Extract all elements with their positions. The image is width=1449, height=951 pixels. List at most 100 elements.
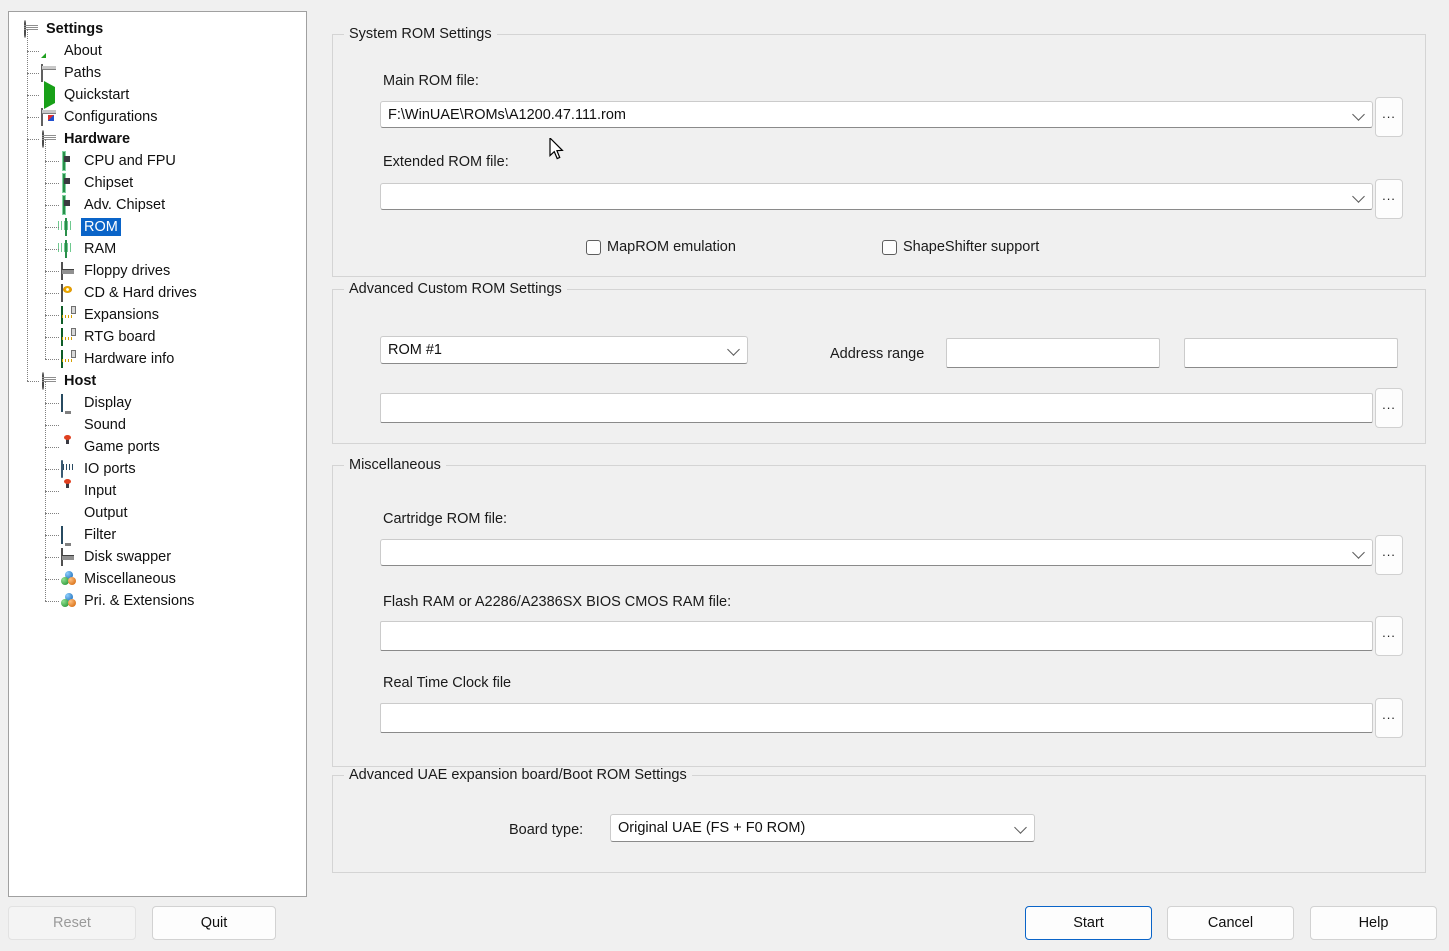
- tree-connector: [45, 535, 59, 537]
- sidebar-item-settings[interactable]: Settings: [9, 18, 306, 40]
- sidebar-item-label: Output: [84, 505, 128, 521]
- real-time-clock-file-input[interactable]: [380, 703, 1373, 733]
- extended-rom-file-combo[interactable]: [380, 183, 1373, 210]
- sidebar-item-host[interactable]: Host: [9, 370, 306, 392]
- chevron-down-icon: [1352, 545, 1365, 559]
- tree-connector: [45, 425, 59, 427]
- uae-expansion-board-title: Advanced UAE expansion board/Boot ROM Se…: [344, 767, 692, 783]
- tree-connector: [45, 359, 59, 361]
- sidebar-item-about[interactable]: About: [9, 40, 306, 62]
- address-range-end-input[interactable]: [1184, 338, 1398, 368]
- shapeshifter-support-label: ShapeShifter support: [903, 239, 1040, 255]
- tree-connector: [45, 271, 59, 273]
- expansion-card-icon: [61, 306, 77, 324]
- system-rom-settings-group: System ROM Settings Main ROM file: F:\Wi…: [332, 26, 1426, 277]
- sidebar-item-hardware[interactable]: Hardware: [9, 128, 306, 150]
- expansion-card-icon: [61, 350, 77, 368]
- ram-stick-icon: [61, 240, 77, 258]
- tree-connector: [45, 579, 59, 581]
- sidebar-item-label: IO ports: [84, 461, 136, 477]
- sidebar-item-label: Filter: [84, 527, 117, 543]
- quit-button[interactable]: Quit: [152, 906, 276, 940]
- custom-rom-browse-button[interactable]: ...: [1375, 388, 1403, 428]
- cancel-button[interactable]: Cancel: [1167, 906, 1294, 940]
- sidebar-item-label: Settings: [46, 21, 104, 37]
- real-time-clock-browse-button[interactable]: ...: [1375, 698, 1403, 738]
- sidebar-item-label: Input: [84, 483, 117, 499]
- sidebar-item-label: Adv. Chipset: [84, 197, 166, 213]
- flash-ram-file-label: Flash RAM or A2286/A2386SX BIOS CMOS RAM…: [383, 594, 732, 610]
- shapeshifter-support-checkbox-row[interactable]: ShapeShifter support: [882, 239, 1039, 255]
- cartridge-rom-file-combo[interactable]: [380, 539, 1373, 566]
- main-rom-browse-button[interactable]: ...: [1375, 97, 1403, 137]
- main-rom-file-label: Main ROM file:: [383, 73, 479, 89]
- maprom-emulation-checkbox[interactable]: [586, 239, 601, 255]
- sidebar-item-label: Expansions: [84, 307, 159, 323]
- monitor-icon: [61, 526, 77, 544]
- tree-connector: [45, 601, 59, 603]
- expansion-card-icon: [61, 328, 77, 346]
- ram-stick-icon: [61, 218, 77, 236]
- tree-connector: [45, 249, 59, 251]
- miscellaneous-group: Miscellaneous Cartridge ROM file: ... Fl…: [332, 457, 1426, 767]
- shapeshifter-support-checkbox[interactable]: [882, 239, 897, 255]
- custom-rom-path-input[interactable]: [380, 393, 1373, 423]
- maprom-emulation-checkbox-row[interactable]: MapROM emulation: [586, 239, 736, 255]
- sidebar-item-label: Display: [84, 395, 132, 411]
- chip-icon: [61, 174, 77, 192]
- start-button[interactable]: Start: [1025, 906, 1152, 940]
- main-rom-file-combo[interactable]: F:\WinUAE\ROMs\A1200.47.111.rom: [380, 101, 1373, 128]
- sidebar-item-label: Chipset: [84, 175, 134, 191]
- tree-connector: [45, 227, 59, 229]
- address-range-start-input[interactable]: [946, 338, 1160, 368]
- address-range-label: Address range: [830, 346, 925, 362]
- settings-tree-panel[interactable]: Settings About Paths Quickstart Configuratio…: [8, 11, 307, 897]
- monitor-icon: [61, 394, 77, 412]
- chevron-down-icon: [1352, 189, 1365, 203]
- flash-ram-browse-button[interactable]: ...: [1375, 616, 1403, 656]
- tree-connector: [45, 161, 59, 163]
- disk-stack-icon: [23, 20, 39, 38]
- maprom-emulation-label: MapROM emulation: [607, 239, 736, 255]
- spheres-icon: [61, 593, 77, 609]
- sidebar-item-label: Game ports: [84, 439, 160, 455]
- tree-connector: [45, 447, 59, 449]
- tree-connector: [45, 381, 47, 601]
- board-type-label: Board type:: [509, 822, 584, 838]
- cartridge-rom-browse-button[interactable]: ...: [1375, 535, 1403, 575]
- sidebar-item-label: RAM: [84, 241, 117, 257]
- sidebar-item-configurations[interactable]: Configurations: [9, 106, 306, 128]
- flash-ram-file-input[interactable]: [380, 621, 1373, 651]
- settings-content-pane: System ROM Settings Main ROM file: F:\Wi…: [318, 5, 1441, 897]
- tree-connector: [45, 491, 59, 493]
- sidebar-item-label: About: [64, 43, 102, 59]
- io-ports-icon: [61, 460, 77, 478]
- sidebar-item-label: Disk swapper: [84, 549, 172, 565]
- tree-connector: [45, 403, 59, 405]
- advanced-custom-rom-settings-group: Advanced Custom ROM Settings ROM #1 Addr…: [332, 281, 1426, 444]
- sidebar-item-label: Hardware: [64, 131, 131, 147]
- spheres-icon: [61, 571, 77, 587]
- sidebar-item-label: Host: [64, 373, 97, 389]
- tree-connector: [45, 205, 59, 207]
- custom-rom-select-combo[interactable]: ROM #1: [380, 336, 748, 364]
- help-button[interactable]: Help: [1310, 906, 1437, 940]
- sidebar-item-label: Floppy drives: [84, 263, 171, 279]
- joystick-icon: [61, 439, 77, 455]
- sidebar-item-label: CPU and FPU: [84, 153, 176, 169]
- custom-rom-select-value: ROM #1: [388, 342, 442, 358]
- uae-expansion-board-group: Advanced UAE expansion board/Boot ROM Se…: [332, 767, 1426, 873]
- advanced-custom-rom-settings-title: Advanced Custom ROM Settings: [344, 281, 567, 297]
- config-window-icon: [41, 108, 57, 126]
- cd-drive-icon: [61, 284, 77, 302]
- extended-rom-browse-button[interactable]: ...: [1375, 179, 1403, 219]
- sidebar-item-label: Hardware info: [84, 351, 175, 367]
- miscellaneous-title: Miscellaneous: [344, 457, 446, 473]
- chevron-down-icon: [1014, 821, 1027, 834]
- reset-button[interactable]: Reset: [8, 906, 136, 940]
- board-type-combo[interactable]: Original UAE (FS + F0 ROM): [610, 814, 1035, 842]
- sidebar-item-quickstart[interactable]: Quickstart: [9, 81, 306, 109]
- tree-connector: [45, 469, 59, 471]
- pencil-icon: [41, 43, 57, 59]
- sidebar-item-label: Pri. & Extensions: [84, 593, 195, 609]
